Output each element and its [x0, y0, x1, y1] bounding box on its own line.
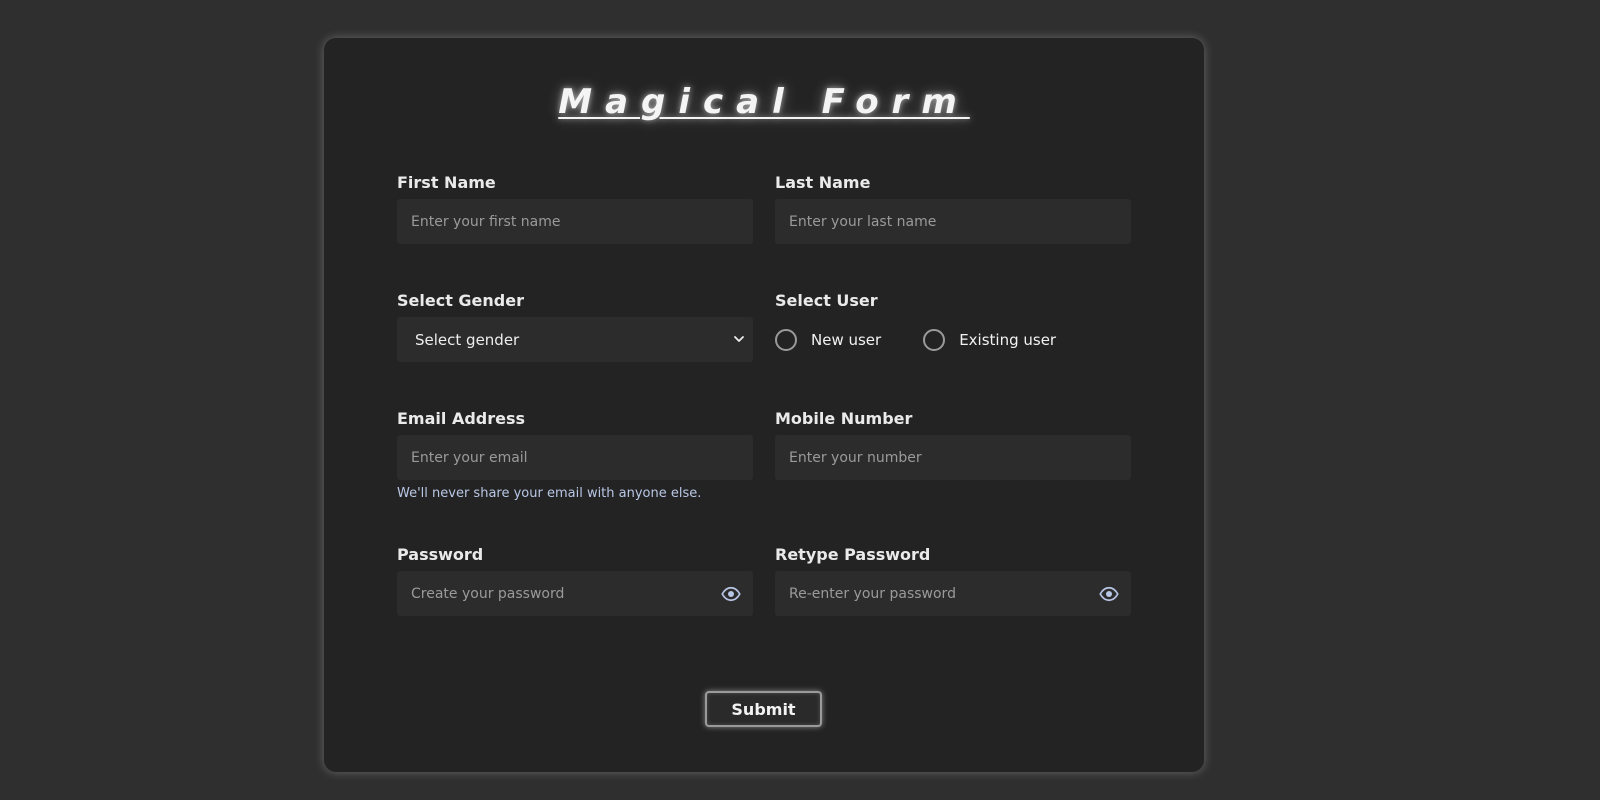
radio-existing-user-circle[interactable] [923, 328, 946, 351]
gender-select-value: Select gender [415, 330, 520, 349]
first-name-label: First Name [397, 173, 496, 192]
mobile-label: Mobile Number [775, 409, 913, 428]
mobile-input[interactable] [775, 435, 1131, 480]
first-name-field: First Name [397, 171, 753, 244]
password-input-box [397, 571, 753, 616]
gender-select[interactable]: Select gender [397, 317, 753, 362]
user-type-radio-group: New user Existing user [775, 317, 1131, 362]
gender-label: Select Gender [397, 291, 524, 310]
last-name-input-box [775, 199, 1131, 244]
email-input-box [397, 435, 753, 480]
radio-new-user-label[interactable]: New user [811, 331, 881, 349]
retype-password-input-box [775, 571, 1131, 616]
retype-password-field: Retype Password [775, 543, 1131, 616]
retype-password-label: Retype Password [775, 545, 931, 564]
password-field: Password [397, 543, 753, 616]
radio-new-user[interactable]: New user [775, 328, 881, 351]
last-name-label: Last Name [775, 173, 871, 192]
email-input[interactable] [397, 435, 753, 480]
user-type-field: Select User New user Existing user [775, 289, 1131, 362]
submit-button[interactable]: Submit [705, 691, 822, 727]
mobile-input-box [775, 435, 1131, 480]
retype-password-input[interactable] [775, 571, 1131, 616]
eye-icon[interactable] [1099, 584, 1119, 604]
first-name-input-box [397, 199, 753, 244]
gender-field: Select Gender Select gender [397, 289, 753, 362]
chevron-down-icon [734, 336, 744, 342]
form-title: Magical Form [558, 82, 970, 122]
form-card: Magical Form First Name Last Name Select… [324, 38, 1204, 772]
password-label: Password [397, 545, 484, 564]
last-name-input[interactable] [775, 199, 1131, 244]
mobile-field: Mobile Number [775, 407, 1131, 480]
first-name-input[interactable] [397, 199, 753, 244]
last-name-field: Last Name [775, 171, 1131, 244]
user-type-label: Select User [775, 291, 878, 310]
radio-existing-user-label[interactable]: Existing user [959, 331, 1056, 349]
email-help-text: We'll never share your email with anyone… [397, 486, 702, 501]
email-label: Email Address [397, 409, 526, 428]
email-field: Email Address We'll never share your ema… [397, 407, 753, 501]
eye-icon[interactable] [721, 584, 741, 604]
password-input[interactable] [397, 571, 753, 616]
radio-existing-user[interactable]: Existing user [923, 328, 1056, 351]
radio-new-user-circle[interactable] [775, 328, 797, 351]
